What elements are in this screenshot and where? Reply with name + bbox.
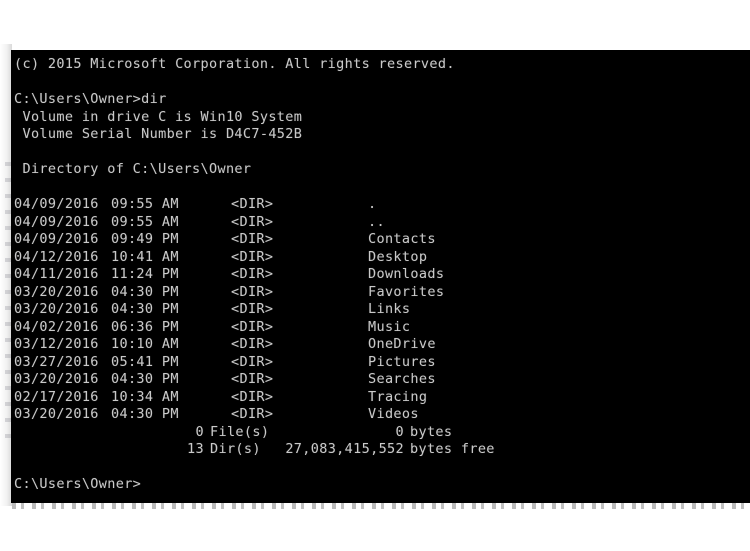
entry-time: 10:34 AM bbox=[111, 388, 179, 405]
scan-line-artifact bbox=[12, 503, 745, 509]
directory-entry-row: 04/09/2016 09:55 AM <DIR>. bbox=[14, 196, 750, 214]
entry-time: 04:30 PM bbox=[111, 283, 179, 300]
entry-name: Pictures bbox=[368, 353, 436, 370]
entry-date: 03/12/2016 bbox=[14, 336, 99, 352]
entry-date: 04/09/2016 bbox=[14, 213, 99, 230]
volume-serial-line: Volume Serial Number is D4C7-452B bbox=[14, 126, 303, 142]
entry-date: 04/09/2016 bbox=[14, 231, 99, 247]
dir-summary-row: 13 Dir(s) 27,083,415,552 bytes free bbox=[14, 441, 750, 459]
directory-entry-row: 04/11/2016 11:24 PM <DIR> Downloads bbox=[14, 266, 750, 284]
copyright-line: (c) 2015 Microsoft Corporation. All righ… bbox=[14, 56, 455, 72]
entry-date: 04/09/2016 bbox=[14, 196, 99, 212]
directory-entry-row: 04/09/2016 09:49 PM <DIR> Contacts bbox=[14, 231, 750, 249]
directory-entry-row: 04/12/2016 10:41 AM <DIR> Desktop bbox=[14, 249, 750, 267]
entry-time: 05:41 PM bbox=[111, 353, 179, 370]
entry-type: <DIR> bbox=[231, 371, 274, 387]
entry-type: <DIR> bbox=[231, 248, 274, 265]
entry-name: Videos bbox=[368, 406, 419, 422]
entry-time: 04:30 PM bbox=[111, 371, 179, 387]
directory-entry-row: 03/20/2016 04:30 PM <DIR> Searches bbox=[14, 371, 750, 389]
entry-name: Searches bbox=[368, 371, 436, 387]
entry-type: <DIR> bbox=[231, 231, 274, 247]
directory-entry-row: 04/09/2016 09:55 AM <DIR>.. bbox=[14, 214, 750, 232]
entry-name: OneDrive bbox=[368, 336, 436, 352]
entry-name: Tracing bbox=[368, 388, 428, 405]
dir-count: 13 bbox=[187, 441, 204, 457]
entry-time: 09:55 AM bbox=[111, 213, 179, 230]
free-bytes: 27,083,415,552 bbox=[285, 441, 404, 457]
entry-name: Desktop bbox=[368, 248, 428, 265]
command-prompt-window[interactable]: (c) 2015 Microsoft Corporation. All righ… bbox=[11, 50, 750, 503]
entry-type: <DIR> bbox=[231, 318, 274, 335]
entry-date: 03/20/2016 bbox=[14, 301, 99, 317]
free-bytes-unit: bytes free bbox=[410, 441, 495, 457]
directory-entry-list: 04/09/2016 09:55 AM <DIR>. 04/09/2016 09:55 … bbox=[14, 196, 750, 424]
directory-of-line: Directory of C:\Users\Owner bbox=[14, 161, 252, 177]
entry-type: <DIR> bbox=[231, 388, 274, 405]
directory-entry-row: 03/20/2016 04:30 PM <DIR> Links bbox=[14, 301, 750, 319]
file-summary-row: 0 File(s) 0 bytes bbox=[14, 424, 750, 442]
trailing-prompt[interactable]: C:\Users\Owner> bbox=[14, 476, 750, 494]
entry-type: <DIR> bbox=[231, 353, 274, 370]
entry-name: Downloads bbox=[368, 266, 445, 282]
entry-date: 03/27/2016 bbox=[14, 353, 99, 370]
entry-name: Music bbox=[368, 318, 411, 335]
directory-entry-row: 03/20/2016 04:30 PM <DIR> Favorites bbox=[14, 284, 750, 302]
directory-entry-row: 03/27/2016 05:41 PM <DIR> Pictures bbox=[14, 354, 750, 372]
directory-entry-row: 03/12/2016 10:10 AM <DIR> OneDrive bbox=[14, 336, 750, 354]
entry-date: 03/20/2016 bbox=[14, 406, 99, 422]
entry-name: Contacts bbox=[368, 231, 436, 247]
directory-entry-row: 02/17/2016 10:34 AM <DIR> Tracing bbox=[14, 389, 750, 407]
entry-time: 10:10 AM bbox=[111, 336, 179, 352]
entry-type: <DIR> bbox=[231, 266, 274, 282]
entry-name: .. bbox=[368, 213, 385, 230]
entry-name: Favorites bbox=[368, 283, 445, 300]
entry-type: <DIR> bbox=[231, 301, 274, 317]
entry-type: <DIR> bbox=[231, 283, 274, 300]
entry-name: Links bbox=[368, 301, 411, 317]
volume-label-line: Volume in drive C is Win10 System bbox=[14, 108, 303, 125]
entry-time: 10:41 AM bbox=[111, 248, 179, 265]
dir-command-line: C:\Users\Owner>dir bbox=[14, 91, 167, 107]
entry-time: 04:30 PM bbox=[111, 301, 179, 317]
entry-date: 03/20/2016 bbox=[14, 371, 99, 387]
directory-entry-row: 03/20/2016 04:30 PM <DIR> Videos bbox=[14, 406, 750, 424]
entry-name: . bbox=[368, 196, 377, 212]
entry-date: 02/17/2016 bbox=[14, 388, 99, 405]
entry-time: 06:36 PM bbox=[111, 318, 179, 335]
entry-date: 04/12/2016 bbox=[14, 248, 99, 265]
entry-date: 04/11/2016 bbox=[14, 266, 99, 282]
console-text-area[interactable]: (c) 2015 Microsoft Corporation. All righ… bbox=[14, 56, 750, 503]
directory-entry-row: 04/02/2016 06:36 PM <DIR> Music bbox=[14, 319, 750, 337]
entry-time: 04:30 PM bbox=[111, 406, 179, 422]
entry-time: 09:49 PM bbox=[111, 231, 179, 247]
entry-type: <DIR> bbox=[231, 213, 274, 230]
entry-type: <DIR> bbox=[231, 336, 274, 352]
entry-time: 09:55 AM bbox=[111, 196, 179, 212]
entry-date: 03/20/2016 bbox=[14, 283, 99, 300]
file-count: 0 bbox=[195, 423, 204, 440]
file-bytes: 0 bbox=[395, 423, 404, 440]
entry-type: <DIR> bbox=[231, 196, 274, 212]
scanned-page-background: (c) 2015 Microsoft Corporation. All righ… bbox=[0, 0, 750, 551]
entry-time: 11:24 PM bbox=[111, 266, 179, 282]
file-bytes-unit: bytes bbox=[410, 423, 453, 440]
entry-date: 04/02/2016 bbox=[14, 318, 99, 335]
entry-type: <DIR> bbox=[231, 406, 274, 422]
